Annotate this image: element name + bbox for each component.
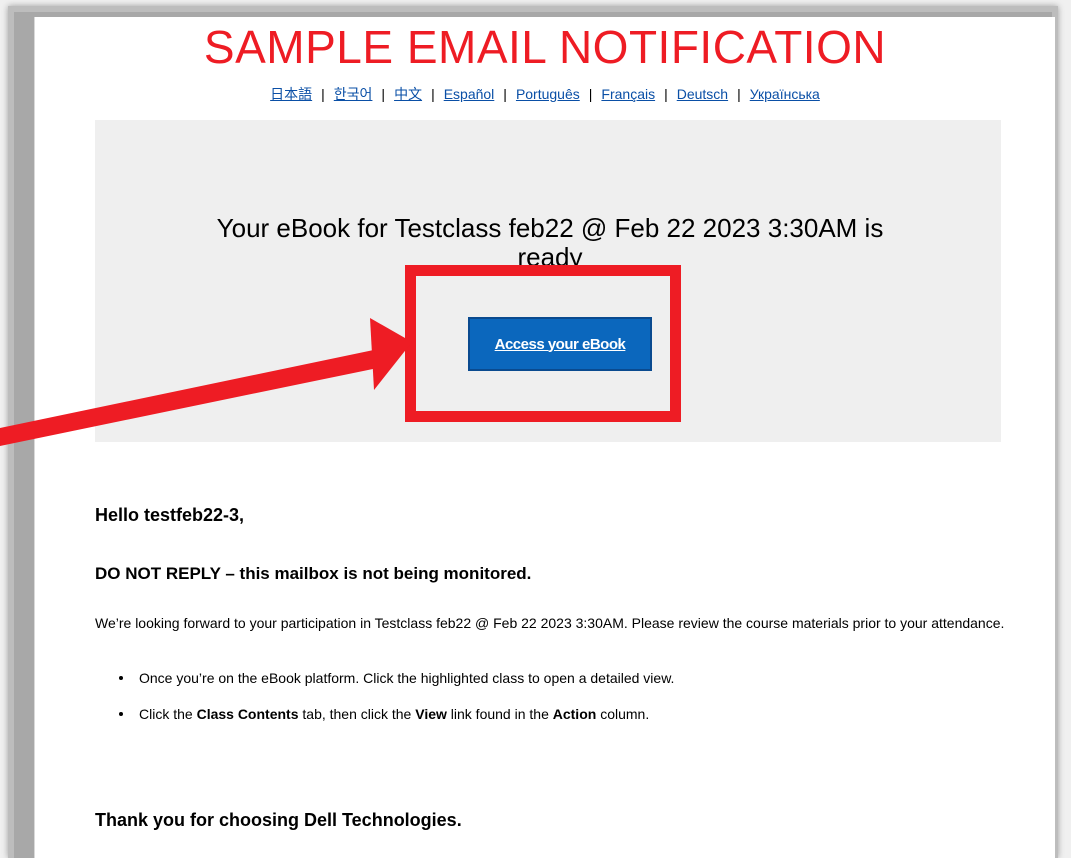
lang-link-spanish[interactable]: Español [444, 86, 495, 102]
instruction-text: link found in the [446, 706, 553, 722]
closing-line: Thank you for choosing Dell Technologies… [95, 810, 462, 830]
view-term: View [415, 706, 447, 722]
separator: | [381, 86, 386, 102]
lang-link-ukrainian[interactable]: Українська [750, 86, 820, 102]
separator: | [588, 86, 593, 102]
intro-paragraph: We’re looking forward to your participat… [95, 615, 1005, 631]
lang-link-chinese[interactable]: 中文 [394, 86, 422, 102]
list-item: Click the Class Contents tab, then click… [119, 705, 1069, 723]
separator: | [431, 86, 435, 102]
lang-link-portuguese[interactable]: Português [516, 86, 580, 102]
annotation-highlight-box [405, 265, 681, 422]
class-contents-term: Class Contents [196, 706, 299, 722]
lang-link-korean[interactable]: 한국어 [334, 86, 373, 102]
no-reply-notice: DO NOT REPLY – this mailbox is not being… [95, 564, 532, 583]
ebook-ready-message: Your eBook for Testclass feb22 @ Feb 22 … [216, 214, 884, 272]
annotation-title: SAMPLE EMAIL NOTIFICATION [203, 21, 887, 73]
action-term: Action [552, 706, 597, 722]
email-body: SAMPLE EMAIL NOTIFICATION 日本語 | 한국어 | 中文 | Esp… [34, 17, 1055, 858]
greeting: Hello testfeb22-3, [95, 505, 245, 525]
list-item: Once you’re on the eBook platform. Click… [119, 669, 1069, 687]
instruction-text: tab, then click the [298, 706, 416, 722]
lang-link-german[interactable]: Deutsch [677, 86, 728, 102]
separator: | [321, 86, 325, 102]
instruction-text: column. [596, 706, 650, 722]
language-links: 日本語 | 한국어 | 中文 | Español | Português | Français | De… [35, 84, 1055, 104]
separator: | [503, 86, 507, 102]
instruction-list: Once you’re on the eBook platform. Click… [95, 669, 1069, 741]
lang-link-japanese[interactable]: 日本語 [270, 86, 312, 102]
separator: | [664, 86, 668, 102]
lang-link-french[interactable]: Français [601, 86, 655, 102]
separator: | [737, 86, 741, 102]
instruction-text: Click the [139, 706, 197, 722]
